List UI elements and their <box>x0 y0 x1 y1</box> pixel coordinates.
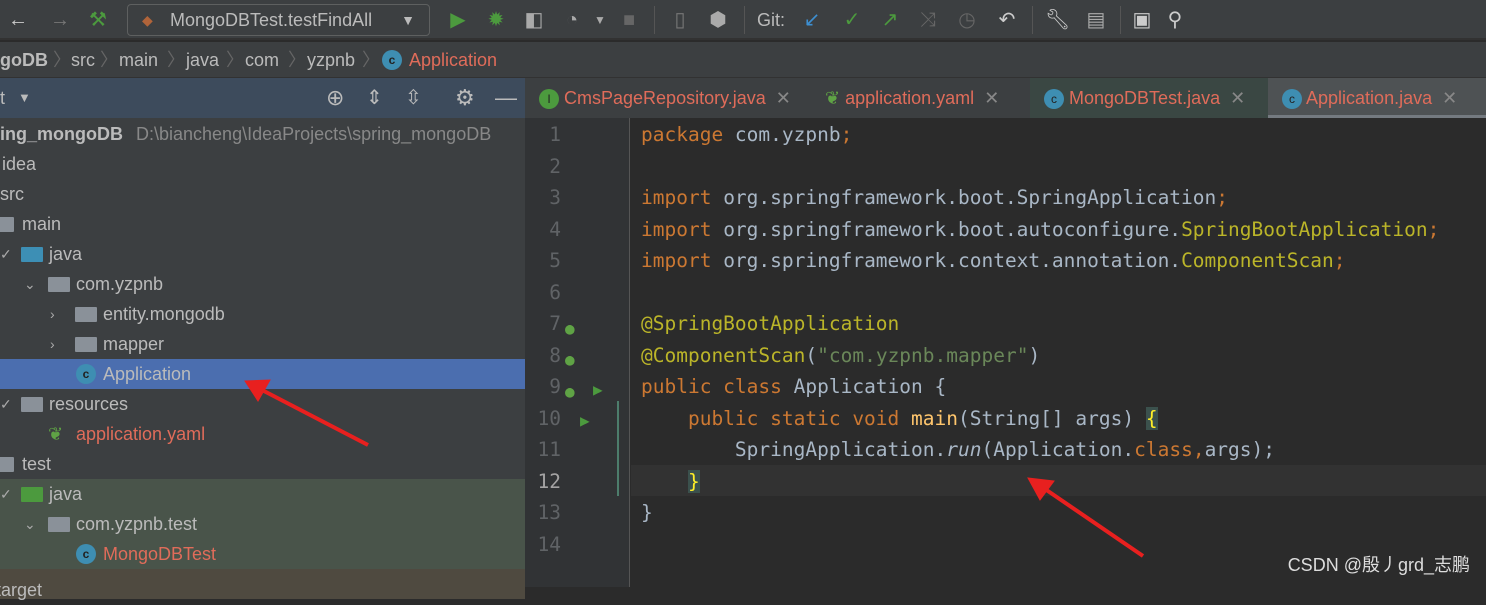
red-arrow <box>244 379 369 447</box>
watermark: CSDN @殷丿grd_志鹏 <box>1287 555 1470 575</box>
annotation-arrows <box>244 379 1145 558</box>
red-arrow <box>1027 477 1145 558</box>
